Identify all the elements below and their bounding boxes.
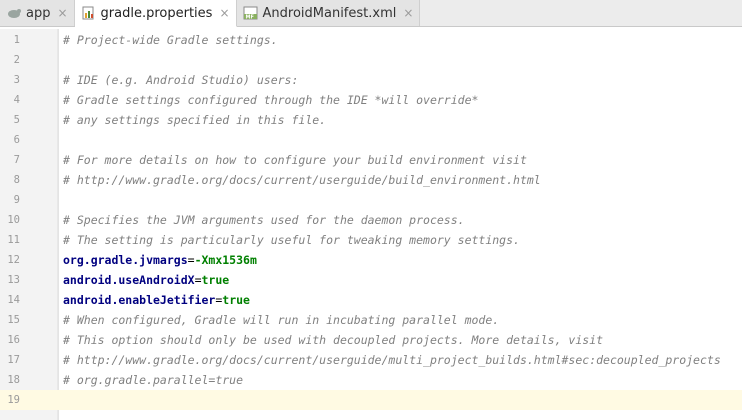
code-line[interactable]: 9 [0, 190, 742, 210]
code-line[interactable]: 17 # http://www.gradle.org/docs/current/u… [0, 350, 742, 370]
property-entry: org.gradle.jvmargs=-Xmx1536m [63, 250, 257, 270]
comment-text: # IDE (e.g. Android Studio) users: [63, 73, 299, 87]
line-number: 19 [7, 394, 20, 406]
property-entry: android.useAndroidX=true [63, 270, 229, 290]
line-number: 17 [7, 354, 20, 366]
code-line[interactable]: 11 # The setting is particularly useful f… [0, 230, 742, 250]
property-separator: = [187, 253, 195, 267]
manifest-file-icon: MF [243, 5, 259, 21]
property-key: org.gradle.jvmargs [63, 253, 188, 267]
tab-gradle-properties[interactable]: gradle.properties × [74, 0, 237, 27]
comment-text: # Project-wide Gradle settings. [63, 33, 278, 47]
line-number: 16 [7, 334, 20, 346]
line-number: 8 [13, 174, 20, 186]
line-number: 12 [7, 254, 20, 266]
tab-gradle-properties-label: gradle.properties [100, 5, 213, 21]
comment-text: # For more details on how to configure y… [63, 153, 527, 167]
code-line[interactable]: 2 [0, 50, 742, 70]
tab-android-manifest-label: AndroidManifest.xml [262, 5, 397, 21]
code-line[interactable]: 7 # For more details on how to configure … [0, 150, 742, 170]
line-number: 18 [7, 374, 20, 386]
property-key: android.useAndroidX [63, 273, 195, 287]
line-number: 6 [13, 134, 20, 146]
comment-text: # http://www.gradle.org/docs/current/use… [63, 353, 721, 367]
code-line[interactable]: 13 android.useAndroidX=true [0, 270, 742, 290]
property-entry: android.enableJetifier=true [63, 290, 250, 310]
property-value: true [201, 273, 230, 287]
code-line[interactable]: 1 # Project-wide Gradle settings. [0, 30, 742, 50]
line-number: 3 [13, 74, 20, 86]
comment-text: # org.gradle.parallel=true [63, 373, 244, 387]
line-number: 5 [13, 114, 20, 126]
comment-text: # This option should only be used with d… [63, 333, 604, 347]
line-number: 2 [13, 54, 20, 66]
svg-text:MF: MF [245, 14, 253, 20]
line-number: 7 [13, 154, 20, 166]
editor-tab-bar: app × gradle.properties × MF AndroidMani… [0, 0, 742, 27]
comment-text: # http://www.gradle.org/docs/current/use… [63, 173, 541, 187]
code-line[interactable]: 5 # any settings specified in this file. [0, 110, 742, 130]
line-number: 14 [7, 294, 20, 306]
line-number: 11 [7, 234, 20, 246]
tab-app-label: app [26, 5, 51, 21]
tab-android-manifest[interactable]: MF AndroidManifest.xml × [236, 0, 421, 26]
close-icon[interactable]: × [403, 6, 413, 20]
code-line[interactable]: 18 # org.gradle.parallel=true [0, 370, 742, 390]
code-line[interactable]: 8 # http://www.gradle.org/docs/current/us… [0, 170, 742, 190]
line-number: 15 [7, 314, 20, 326]
code-line[interactable]: 14 android.enableJetifier=true [0, 290, 742, 310]
code-line[interactable]: 19 [0, 390, 742, 410]
line-number: 13 [7, 274, 20, 286]
properties-file-icon [81, 5, 97, 21]
module-icon [6, 5, 22, 21]
comment-text: # Specifies the JVM arguments used for t… [63, 213, 465, 227]
comment-text: # The setting is particularly useful for… [63, 233, 520, 247]
line-number: 4 [13, 94, 20, 106]
code-line[interactable]: 3 # IDE (e.g. Android Studio) users: [0, 70, 742, 90]
line-number: 9 [13, 194, 20, 206]
close-icon[interactable]: × [219, 6, 229, 20]
line-number: 10 [7, 214, 20, 226]
property-value: -Xmx1536m [194, 253, 257, 267]
code-line[interactable]: 10 # Specifies the JVM arguments used for… [0, 210, 742, 230]
code-line[interactable]: 12 org.gradle.jvmargs=-Xmx1536m [0, 250, 742, 270]
close-icon[interactable]: × [57, 6, 67, 20]
property-separator: = [194, 273, 202, 287]
code-line[interactable]: 16 # This option should only be used with… [0, 330, 742, 350]
comment-text: # Gradle settings configured through the… [63, 93, 479, 107]
comment-text: # When configured, Gradle will run in in… [63, 313, 500, 327]
line-number: 1 [13, 34, 20, 46]
code-line[interactable]: 15 # When configured, Gradle will run in … [0, 310, 742, 330]
property-value: true [222, 293, 250, 307]
code-line[interactable]: 6 [0, 130, 742, 150]
property-key: android.enableJetifier [63, 293, 216, 307]
code-line[interactable]: 4 # Gradle settings configured through th… [0, 90, 742, 110]
tab-app[interactable]: app × [0, 0, 75, 26]
comment-text: # any settings specified in this file. [63, 113, 327, 127]
code-editor[interactable]: 1 # Project-wide Gradle settings. 2 3 # IDE … [0, 29, 742, 420]
